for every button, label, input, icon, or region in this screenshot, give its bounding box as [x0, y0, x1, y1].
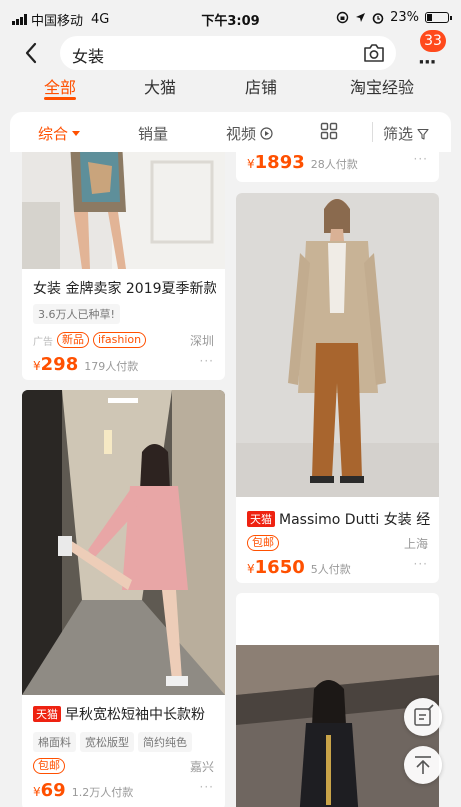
product-card[interactable]: ¥ 1893 28人付款 ···	[236, 152, 439, 182]
search-query: 女装	[72, 47, 105, 66]
feature-chip: 棉面料	[33, 732, 76, 752]
location: 嘉兴	[189, 759, 214, 774]
currency: ¥	[33, 359, 41, 373]
back-to-top-button[interactable]	[404, 746, 442, 784]
active-tab-indicator	[44, 97, 76, 100]
status-bar: 中国移动 4G 下午3:09 23%	[0, 0, 461, 34]
feature-chip: 简约纯色	[138, 732, 192, 752]
tab-shops[interactable]: 店铺	[245, 74, 277, 98]
tab-experience[interactable]: 淘宝经验	[350, 74, 414, 98]
tab-tmall[interactable]: 大猫	[144, 74, 176, 98]
more-icon[interactable]: ···	[414, 557, 428, 571]
more-icon[interactable]: ···	[200, 354, 214, 368]
sort-comprehensive[interactable]: 综合	[38, 123, 81, 144]
product-card[interactable]: 女装 金牌卖家 2019夏季新款 3.6万人已种草! 广告 新品 ifashio…	[22, 152, 225, 380]
price: 298	[40, 354, 79, 375]
filter-label: 筛选	[383, 125, 414, 143]
grid-icon[interactable]	[320, 122, 338, 140]
product-title: 女装 金牌卖家 2019夏季新款	[33, 281, 216, 297]
product-title: 天猫 Massimo Dutti 女装 经	[247, 509, 430, 529]
product-image	[236, 193, 439, 497]
divider	[372, 122, 373, 142]
sort-comprehensive-label: 综合	[38, 125, 69, 143]
filter-icon	[417, 128, 429, 140]
notification-badge: 33	[420, 30, 446, 52]
filter-button[interactable]: 筛选	[383, 123, 429, 144]
category-tabs: 全部 大猫 店铺 淘宝经验	[0, 72, 461, 106]
paid-count: 5人付款	[310, 563, 351, 576]
more-button[interactable]: 33 ···	[410, 30, 456, 73]
feature-chip: 宽松版型	[80, 732, 134, 752]
edit-button[interactable]	[404, 698, 442, 736]
ad-label: 广告	[33, 336, 53, 348]
paid-count: 28人付款	[310, 158, 358, 171]
price: 1650	[254, 557, 305, 578]
tab-all[interactable]: 全部	[44, 74, 76, 98]
search-input[interactable]: 女装	[60, 36, 396, 70]
product-image	[22, 152, 225, 269]
currency: ¥	[33, 785, 41, 799]
price: 69	[40, 780, 66, 801]
product-feed: ¥ 1893 28人付款 ··· 女装 金牌卖家 2019夏季新款 3.6万人已…	[0, 152, 461, 807]
product-title-text: 早秋宽松短袖中长款粉	[65, 707, 205, 723]
sort-bar: 综合 销量 视频 筛选	[10, 112, 451, 152]
lock-rotation-icon	[336, 11, 349, 24]
sort-video-label: 视频	[226, 125, 257, 143]
battery-icon	[425, 12, 452, 23]
more-icon[interactable]: ···	[200, 780, 214, 794]
camera-icon[interactable]	[362, 42, 386, 64]
currency: ¥	[247, 562, 255, 576]
edit-icon	[414, 704, 434, 726]
tmall-badge: 天猫	[247, 511, 275, 527]
play-icon	[260, 127, 273, 140]
back-to-top-icon	[415, 756, 431, 774]
product-card[interactable]: 天猫 早秋宽松短袖中长款粉 棉面料 宽松版型 简约纯色 包邮 嘉兴 ¥ 69 1.…	[22, 390, 225, 807]
more-icon: ···	[418, 52, 436, 73]
price: 1893	[254, 152, 305, 173]
free-shipping-tag: 包邮	[247, 535, 279, 551]
free-shipping-tag: 包邮	[33, 758, 65, 774]
currency: ¥	[247, 157, 255, 171]
location: 深圳	[189, 333, 214, 348]
product-title: 天猫 早秋宽松短袖中长款粉	[33, 704, 216, 724]
alarm-icon	[372, 12, 384, 24]
more-icon[interactable]: ···	[414, 152, 428, 166]
product-title-text: Massimo Dutti 女装 经	[279, 512, 430, 528]
sort-video[interactable]: 视频	[226, 123, 273, 144]
feature-chip: 3.6万人已种草!	[33, 304, 120, 324]
location: 上海	[403, 536, 428, 551]
product-image	[22, 390, 225, 695]
sort-sales[interactable]: 销量	[138, 123, 168, 144]
battery-percent: 23%	[390, 10, 419, 25]
tmall-badge: 天猫	[33, 706, 61, 722]
location-icon	[356, 13, 366, 22]
brand-tag: ifashion	[93, 332, 147, 348]
back-arrow-icon[interactable]	[18, 38, 46, 68]
paid-count: 179人付款	[84, 360, 139, 373]
new-tag: 新品	[57, 332, 89, 348]
paid-count: 1.2万人付款	[71, 786, 134, 799]
caret-down-icon	[72, 131, 81, 136]
product-card[interactable]: 天猫 Massimo Dutti 女装 经 包邮 上海 ¥ 1650 5人付款 ·…	[236, 193, 439, 583]
sort-sales-label: 销量	[138, 125, 169, 143]
